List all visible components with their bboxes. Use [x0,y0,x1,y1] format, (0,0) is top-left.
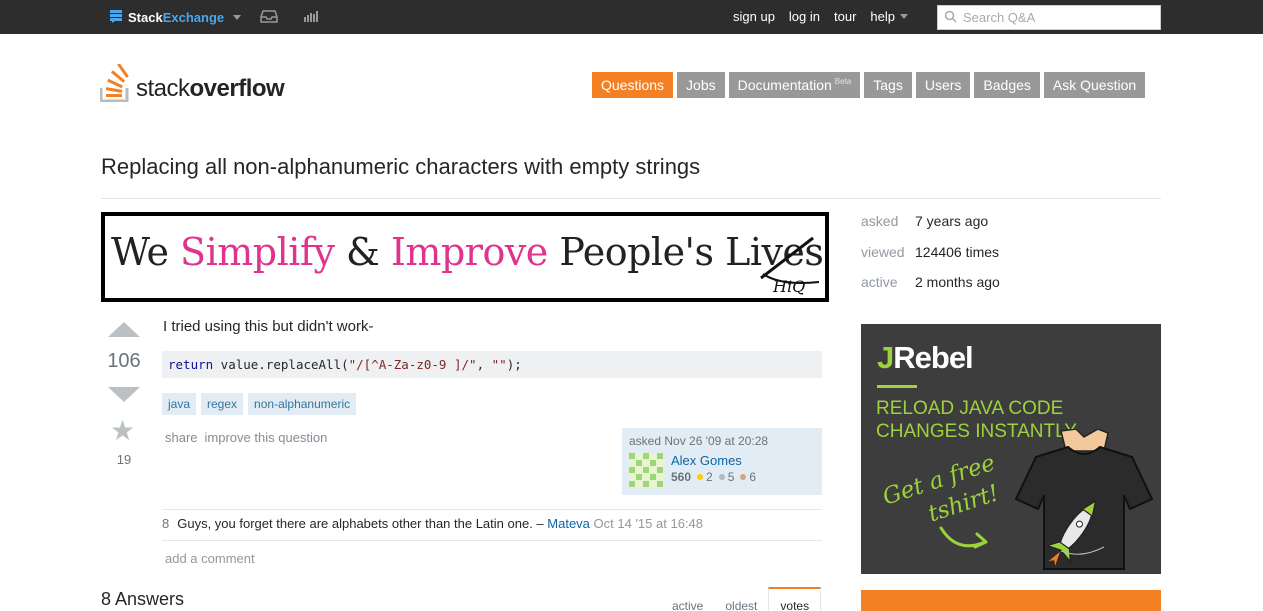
tour-link[interactable]: tour [834,9,856,24]
divider [877,385,917,388]
job-ad-banner[interactable] [861,590,1161,611]
stackexchange-icon [109,9,123,26]
promo-banner[interactable]: We Simplify & Improve People's Lives! Hi… [101,212,829,302]
tag-list: java regex non-alphanumeric [162,393,357,415]
sort-oldest-tab[interactable]: oldest [714,587,768,611]
sort-active-tab[interactable]: active [661,587,714,611]
nav-jobs[interactable]: Jobs [677,72,725,98]
improve-question-link[interactable]: improve this question [205,430,328,445]
question-body: I tried using this but didn't work- [163,318,374,335]
gold-badge-icon [697,474,704,480]
user-name-link[interactable]: Alex Gomes [671,453,756,468]
post-menu: share improve this question [165,430,327,445]
answers-heading: 8 Answers [101,589,185,609]
share-link[interactable]: share [165,430,198,445]
nav-badges[interactable]: Badges [974,72,1040,98]
nav-questions[interactable]: Questions [592,72,674,98]
tag-regex[interactable]: regex [201,393,244,415]
tag-non-alphanumeric[interactable]: non-alphanumeric [248,393,357,415]
sign-up-link[interactable]: sign up [733,9,775,24]
question-title[interactable]: Replacing all non-alphanumeric character… [101,154,700,180]
nav-users[interactable]: Users [915,72,971,98]
bronze-badge-icon [740,474,747,480]
silver-badge-count: 5 [727,470,735,484]
svg-text:HiQ: HiQ [772,277,805,296]
comment-score: 8 [162,516,170,531]
help-label: help [870,9,895,24]
top-links: sign up log in tour help [733,9,908,24]
banner-text: We Simplify & Improve People's Lives! [111,230,829,274]
beta-badge: Beta [834,76,852,86]
divider [101,198,1161,199]
stat-label: active [861,274,898,290]
top-bar: StackExchange sign up log in tour help [0,0,1263,34]
arrow-icon [939,524,991,557]
comment: 8 Guys, you forget there are alphabets o… [162,516,703,531]
ask-question-button[interactable]: Ask Question [1043,72,1146,98]
stackoverflow-logo[interactable]: stackoverflow [99,63,285,105]
log-in-link[interactable]: log in [789,9,820,24]
silver-badge-icon [718,474,725,480]
upvote-button[interactable] [108,322,140,337]
nav-tags[interactable]: Tags [864,72,912,98]
stackoverflow-icon [99,63,132,105]
comment-author-link[interactable]: Mateva [547,516,590,531]
user-reputation: 560 2 5 6 [671,470,756,484]
bronze-badge-count: 6 [749,470,757,484]
comment-body: Guys, you forget there are alphabets oth… [177,516,703,531]
stat-label: asked [861,213,899,229]
gold-badge-count: 2 [706,470,713,484]
jrebel-logo: JRebel [877,340,974,375]
divider [162,509,822,510]
inbox-icon[interactable] [260,9,278,26]
asked-time: asked Nov 26 '09 at 20:28 [629,434,769,448]
hiq-signature-icon: HiQ [741,234,821,298]
jrebel-ad[interactable]: JRebel RELOAD JAVA CODE CHANGES INSTANTL… [861,324,1161,574]
reputation-score: 560 [671,470,692,484]
vote-count: 106 [107,350,141,372]
search-input[interactable] [963,10,1153,25]
favorite-count: 19 [116,452,132,467]
achievements-icon[interactable] [303,10,319,25]
chevron-down-icon [899,14,908,19]
stackoverflow-wordmark: stackoverflow [136,75,285,102]
chevron-down-icon [233,15,242,20]
downvote-button[interactable] [108,387,140,402]
answer-sort-tabs: active oldest votes [661,587,822,611]
search-icon [944,10,957,26]
stat-active: active 2 months ago [861,274,1000,305]
add-comment-link[interactable]: add a comment [165,551,255,566]
stackexchange-menu[interactable]: StackExchange [109,9,242,26]
avatar[interactable] [629,453,663,487]
help-menu[interactable]: help [870,9,908,24]
stat-label: viewed [861,243,905,260]
stat-asked: asked 7 years ago [861,213,1000,244]
stat-value: 7 years ago [915,213,989,229]
asker-card: asked Nov 26 '09 at 20:28 Alex Gomes 560 [622,428,822,495]
stackexchange-label: StackExchange [128,10,225,25]
nav-documentation[interactable]: Documentation Beta [728,72,861,98]
comment-timestamp[interactable]: Oct 14 '15 at 16:48 [594,516,703,531]
stat-viewed: viewed 124406 times [861,244,1000,275]
code-block: return value.replaceAll("/[^A-Za-z0-9 ]/… [162,351,822,378]
search-box[interactable] [937,5,1161,30]
stat-value: 124406 times [915,243,1000,260]
question-stats: asked 7 years ago viewed 124406 times ac… [861,213,1000,305]
nav-documentation-label: Documentation [737,77,832,93]
tag-java[interactable]: java [162,393,197,415]
comment-text: Guys, you forget there are alphabets oth… [177,516,544,531]
stat-value[interactable]: 2 months ago [915,274,1000,305]
sort-votes-tab[interactable]: votes [768,587,822,611]
main-nav: Questions Jobs Documentation Beta Tags Us… [592,72,1146,98]
divider [162,540,822,541]
tshirt-icon [1006,428,1156,574]
favorite-star-icon[interactable]: ★ [110,417,135,445]
